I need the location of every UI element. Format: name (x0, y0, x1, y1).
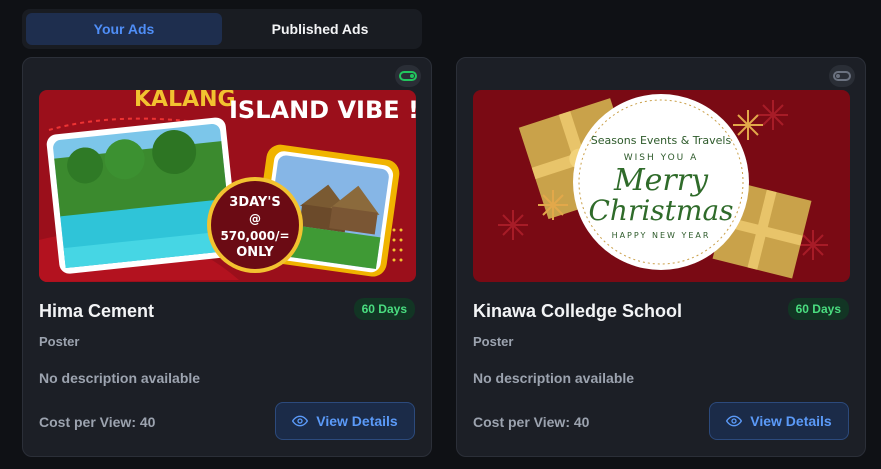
ad-active-toggle[interactable] (395, 65, 421, 87)
toggle-on-icon (399, 71, 417, 81)
ads-tab-switcher: Your Ads Published Ads (22, 9, 422, 49)
ad-active-toggle[interactable] (829, 65, 855, 87)
eye-icon (726, 415, 743, 427)
ad-type: Poster (473, 334, 514, 349)
ad-card: KALANG ISLAND VIBE !!! (22, 57, 432, 457)
tab-your-ads[interactable]: Your Ads (26, 13, 222, 45)
view-details-label: View Details (750, 413, 832, 429)
duration-badge: 60 Days (353, 298, 415, 320)
svg-text:Seasons Events & Travels: Seasons Events & Travels (591, 134, 732, 147)
view-details-label: View Details (316, 413, 398, 429)
duration-badge: 60 Days (787, 298, 849, 320)
ad-type: Poster (39, 334, 80, 349)
svg-text:ISLAND VIBE !!!: ISLAND VIBE !!! (229, 96, 416, 124)
svg-text:@: @ (249, 212, 261, 226)
ad-poster-image: KALANG ISLAND VIBE !!! (39, 90, 416, 282)
svg-text:WISH YOU A: WISH YOU A (624, 153, 699, 163)
svg-text:570,000/=: 570,000/= (220, 229, 289, 243)
ad-title: Kinawa Colledge School (473, 301, 683, 321)
toggle-off-icon (833, 71, 851, 81)
ad-title: Hima Cement (39, 301, 155, 321)
tab-published-ads[interactable]: Published Ads (222, 13, 418, 45)
cost-per-view: Cost per View: 40 (473, 414, 590, 430)
svg-text:ONLY: ONLY (236, 245, 274, 260)
svg-text:HAPPY NEW YEAR: HAPPY NEW YEAR (612, 231, 711, 240)
svg-text:Christmas: Christmas (588, 194, 733, 227)
view-details-button[interactable]: View Details (709, 402, 849, 440)
ad-description: No description available (39, 370, 201, 386)
svg-text:Merry: Merry (613, 163, 709, 198)
svg-text:3DAY'S: 3DAY'S (229, 195, 280, 210)
ad-card: Seasons Events & Travels WISH YOU A Merr… (456, 57, 866, 457)
svg-text:KALANG: KALANG (134, 90, 236, 112)
cost-per-view: Cost per View: 40 (39, 414, 156, 430)
eye-icon (292, 415, 309, 427)
ad-poster-image: Seasons Events & Travels WISH YOU A Merr… (473, 90, 850, 282)
ad-description: No description available (473, 370, 635, 386)
view-details-button[interactable]: View Details (275, 402, 415, 440)
